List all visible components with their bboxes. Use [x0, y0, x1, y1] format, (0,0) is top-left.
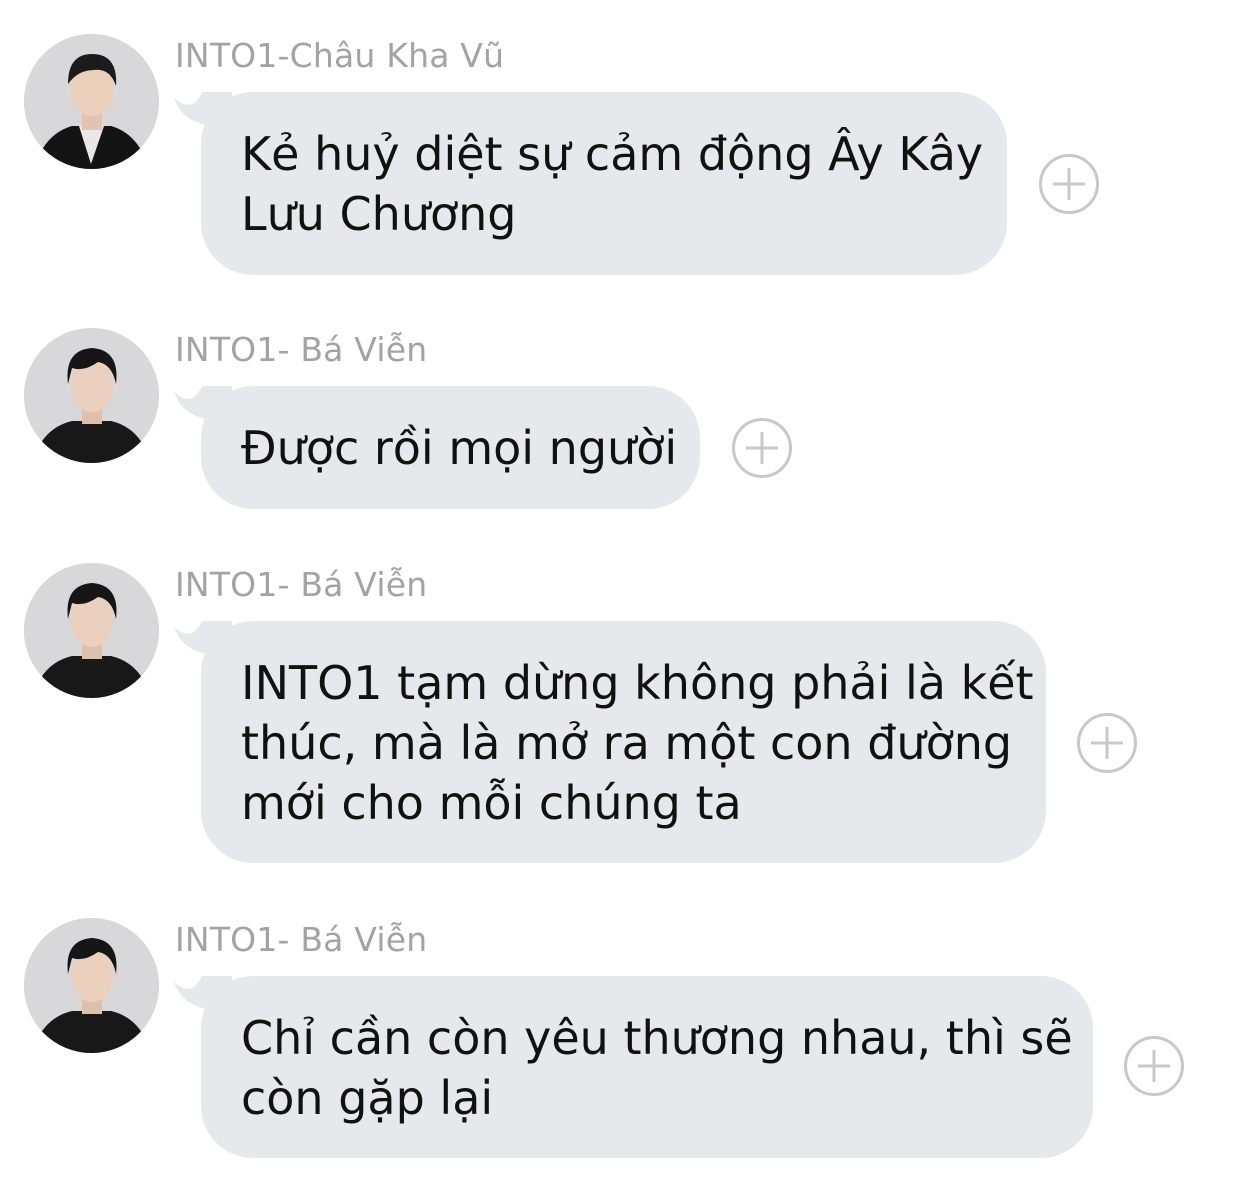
sender-name: INTO1- Bá Viễn [175, 920, 428, 959]
avatar[interactable] [24, 328, 159, 463]
sender-name: INTO1- Bá Viễn [175, 330, 428, 369]
plus-circle-icon[interactable] [1077, 713, 1137, 773]
message-bubble[interactable]: Kẻ huỷ diệt sự cảm động Ây Kây Lưu Chươn… [201, 92, 1007, 275]
message-row: INTO1- Bá Viễn Chỉ cần còn yêu thương nh… [0, 918, 1242, 1163]
message-text: Kẻ huỷ diệt sự cảm động Ây Kây [241, 127, 984, 181]
avatar[interactable] [24, 34, 159, 169]
message-text: thúc, mà là mở ra một con đường [241, 716, 1013, 770]
message-bubble[interactable]: Chỉ cần còn yêu thương nhau, thì sẽ còn … [201, 976, 1093, 1158]
message-text: Lưu Chương [241, 187, 517, 241]
avatar[interactable] [24, 563, 159, 698]
plus-circle-icon[interactable] [732, 418, 792, 478]
message-text: mới cho mỗi chúng ta [241, 776, 742, 830]
sender-name: INTO1-Châu Kha Vũ [175, 36, 505, 75]
avatar[interactable] [24, 918, 159, 1053]
sender-name: INTO1- Bá Viễn [175, 565, 428, 604]
person-avatar-icon [24, 34, 159, 169]
message-row: INTO1- Bá Viễn INTO1 tạm dừng không phải… [0, 563, 1242, 868]
plus-circle-icon[interactable] [1124, 1036, 1184, 1096]
message-text: Chỉ cần còn yêu thương nhau, thì sẽ [241, 1011, 1073, 1065]
message-bubble[interactable]: Được rồi mọi người [201, 386, 700, 509]
message-text: còn gặp lại [241, 1071, 494, 1125]
person-avatar-icon [24, 328, 159, 463]
message-bubble[interactable]: INTO1 tạm dừng không phải là kết thúc, m… [201, 621, 1046, 863]
message-row: INTO1- Bá Viễn Được rồi mọi người [0, 328, 1242, 513]
message-text: INTO1 tạm dừng không phải là kết [241, 656, 1034, 710]
plus-circle-icon[interactable] [1039, 154, 1099, 214]
message-row: INTO1-Châu Kha Vũ Kẻ huỷ diệt sự cảm độn… [0, 34, 1242, 279]
message-text: Được rồi mọi người [241, 421, 678, 475]
person-avatar-icon [24, 918, 159, 1053]
person-avatar-icon [24, 563, 159, 698]
